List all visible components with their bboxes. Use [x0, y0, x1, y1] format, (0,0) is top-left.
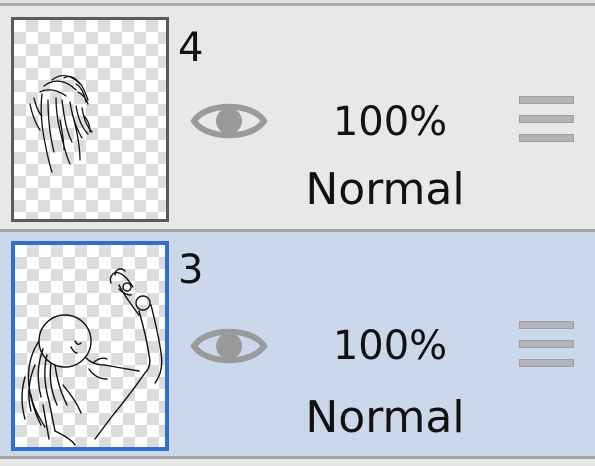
eye-icon [190, 103, 268, 139]
drag-handle-bar [519, 340, 574, 348]
layer-blend-mode[interactable]: Normal [285, 168, 485, 212]
visibility-eye-icon[interactable] [190, 321, 268, 371]
drag-handle-bar [519, 321, 574, 329]
layer-row-3[interactable]: 3 100% Normal [0, 232, 595, 456]
layer-opacity[interactable]: 100% [290, 326, 490, 366]
drag-handle-bar [519, 115, 574, 123]
layer-opacity[interactable]: 100% [290, 102, 490, 142]
eye-icon [190, 328, 268, 364]
layers-panel: 4 100% Normal 3 100% Normal [0, 0, 595, 466]
drag-handle-bar [519, 134, 574, 142]
visibility-eye-icon[interactable] [190, 96, 268, 146]
layer-number: 4 [178, 25, 204, 71]
layer-number: 3 [178, 247, 204, 293]
layer-thumbnail[interactable] [11, 17, 169, 222]
drag-handle-icon[interactable] [519, 96, 574, 142]
layer-thumbnail[interactable] [11, 241, 169, 451]
figure-sketch-icon [21, 268, 163, 446]
drag-handle-icon[interactable] [519, 321, 574, 367]
hair-sketch-icon [29, 74, 93, 173]
drag-handle-bar [519, 359, 574, 367]
panel-bottom-strip [0, 456, 595, 466]
layer-blend-mode[interactable]: Normal [285, 396, 485, 440]
layer-row-4[interactable]: 4 100% Normal [0, 6, 595, 232]
drag-handle-bar [519, 96, 574, 104]
